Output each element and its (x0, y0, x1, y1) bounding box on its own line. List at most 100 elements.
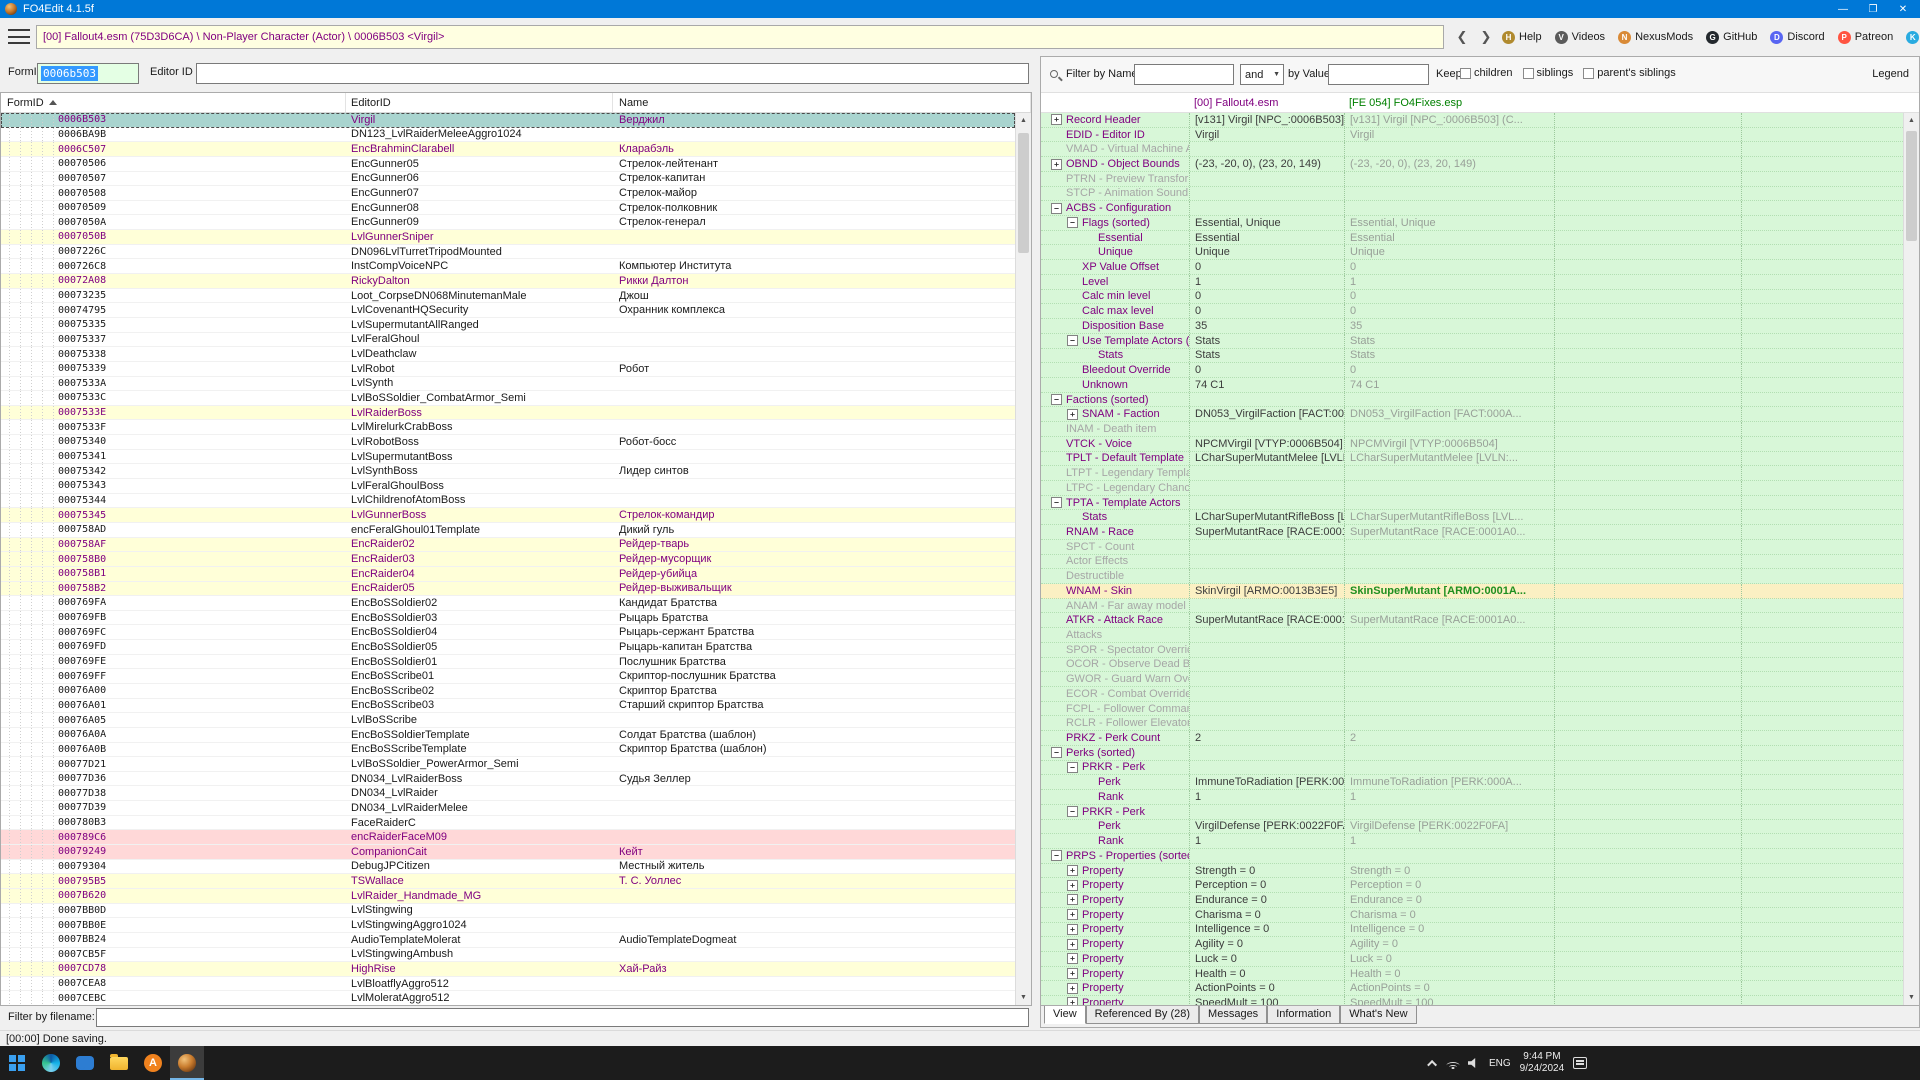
detail-row[interactable]: StatsStatsStats (1041, 349, 1903, 364)
detail-row[interactable]: −PRPS - Properties (sorted) (1041, 849, 1903, 864)
filter-by-name-input[interactable] (1134, 64, 1234, 85)
detail-row[interactable]: +PropertyHealth = 0Health = 0 (1041, 967, 1903, 982)
back-arrow-icon[interactable]: ❮ (1452, 27, 1472, 47)
table-row[interactable]: 0007CEBCLvlMoleratAggro512 (1, 991, 1015, 1005)
table-row[interactable]: 000726C8InstCompVoiceNPCКомпьютер Инстит… (1, 259, 1015, 274)
table-row[interactable]: 000789C6encRaiderFaceM09 (1, 830, 1015, 845)
detail-row[interactable]: −ACBS - Configuration (1041, 201, 1903, 216)
table-row[interactable]: 00072A08RickyDaltonРикки Далтон (1, 274, 1015, 289)
editorid-input[interactable] (196, 63, 1029, 84)
table-row[interactable]: 000769FDEncBoSSoldier05Рыцарь-капитан Бр… (1, 640, 1015, 655)
collapse-icon[interactable]: − (1067, 806, 1078, 817)
filter-by-value-input[interactable] (1328, 64, 1429, 85)
detail-row[interactable]: Level11 (1041, 275, 1903, 290)
table-row[interactable]: 00075335LvlSupermutantAllRanged (1, 318, 1015, 333)
expand-icon[interactable]: + (1067, 939, 1078, 950)
table-row[interactable]: 00075337LvlFeralGhoul (1, 333, 1015, 348)
detail-row[interactable]: −PRKR - Perk (1041, 761, 1903, 776)
collapse-icon[interactable]: − (1051, 747, 1062, 758)
scroll-down-icon[interactable]: ▼ (1904, 990, 1919, 1005)
table-row[interactable]: 00077D39DN034_LvlRaiderMelee (1, 801, 1015, 816)
detail-row[interactable]: VMAD - Virtual Machine Ada... (1041, 142, 1903, 157)
detail-scrollbar[interactable]: ▲ ▼ (1903, 113, 1919, 1005)
tab-referencedby28[interactable]: Referenced By (28) (1086, 1006, 1199, 1024)
file-explorer-icon[interactable] (102, 1046, 136, 1080)
table-row[interactable]: 000769FCEncBoSSoldier04Рыцарь-сержант Бр… (1, 625, 1015, 640)
collapse-icon[interactable]: − (1067, 335, 1078, 346)
detail-row[interactable]: +PropertyActionPoints = 0ActionPoints = … (1041, 981, 1903, 996)
table-row[interactable]: 000758ADencFeralGhoul01TemplateДикий гул… (1, 523, 1015, 538)
table-row[interactable]: 00075342LvlSynthBossЛидер синтов (1, 464, 1015, 479)
tab-messages[interactable]: Messages (1199, 1006, 1267, 1024)
table-row[interactable]: 00074795LvlCovenantHQSecurityОхранник ко… (1, 303, 1015, 318)
volume-icon[interactable] (1468, 1057, 1480, 1069)
table-row[interactable]: 00076A00EncBoSScribe02Скриптор Братства (1, 684, 1015, 699)
nexusmods-link[interactable]: NNexusMods (1618, 31, 1693, 44)
help-link[interactable]: HHelp (1502, 31, 1542, 44)
expand-icon[interactable]: + (1067, 909, 1078, 920)
videos-link[interactable]: VVideos (1555, 31, 1605, 44)
detail-row[interactable]: StatsLCharSuperMutantRifleBoss [LVL...LC… (1041, 510, 1903, 525)
detail-row[interactable]: ECOR - Combat Override Pa... (1041, 687, 1903, 702)
detail-row[interactable]: LTPT - Legendary Template (1041, 466, 1903, 481)
detail-row[interactable]: +PropertyIntelligence = 0Intelligence = … (1041, 923, 1903, 938)
expand-icon[interactable]: + (1051, 159, 1062, 170)
tab-whatsnew[interactable]: What's New (1340, 1006, 1416, 1024)
detail-row[interactable]: TPLT - Default TemplateLCharSuperMutantM… (1041, 452, 1903, 467)
table-row[interactable]: 00075340LvlRobotBossРобот-босс (1, 435, 1015, 450)
table-row[interactable]: 00077D38DN034_LvlRaider (1, 786, 1015, 801)
expand-icon[interactable]: + (1067, 997, 1078, 1005)
table-row[interactable]: 00075345LvlGunnerBossСтрелок-командир (1, 508, 1015, 523)
table-row[interactable]: 0007050BLvlGunnerSniper (1, 230, 1015, 245)
detail-row[interactable]: INAM - Death item (1041, 422, 1903, 437)
table-row[interactable]: 000795B5TSWallaceТ. С. Уоллес (1, 874, 1015, 889)
expand-icon[interactable]: + (1067, 409, 1078, 420)
chevron-up-icon[interactable] (1427, 1059, 1437, 1069)
menu-hamburger-icon[interactable] (8, 29, 30, 44)
detail-column-fallout4esm[interactable]: [00] Fallout4.esm (1189, 93, 1344, 112)
table-row[interactable]: 0007533ALvlSynth (1, 377, 1015, 392)
detail-row[interactable]: FCPL - Follower Command P... (1041, 702, 1903, 717)
detail-row[interactable]: +PropertySpeedMult = 100SpeedMult = 100 (1041, 996, 1903, 1005)
table-row[interactable]: 00073235Loot_CorpseDN068MinutemanMaleДжо… (1, 289, 1015, 304)
detail-row[interactable]: +PropertyAgility = 0Agility = 0 (1041, 937, 1903, 952)
table-row[interactable]: 00070506EncGunner05Стрелок-лейтенант (1, 157, 1015, 172)
collapse-icon[interactable]: − (1067, 217, 1078, 228)
table-row[interactable]: 0007B620LvlRaider_Handmade_MG (1, 889, 1015, 904)
table-row[interactable]: 000758B2EncRaider05Рейдер-выживальщик (1, 582, 1015, 597)
checkbox-parentssiblings[interactable] (1583, 68, 1594, 79)
detail-row[interactable]: ANAM - Far away model (1041, 599, 1903, 614)
table-row[interactable]: 00075344LvlChildrenofAtomBoss (1, 494, 1015, 509)
table-row[interactable]: 000769FBEncBoSSoldier03Рыцарь Братства (1, 611, 1015, 626)
table-row[interactable]: 0006B503VirgilВерджил (1, 113, 1015, 128)
table-row[interactable]: 00075339LvlRobotРобот (1, 362, 1015, 377)
detail-row[interactable]: PRKZ - Perk Count22 (1041, 731, 1903, 746)
column-header-name[interactable]: Name (613, 93, 1031, 112)
detail-row[interactable]: −PRKR - Perk (1041, 805, 1903, 820)
detail-row[interactable]: Attacks (1041, 628, 1903, 643)
expand-icon[interactable]: + (1067, 968, 1078, 979)
detail-row[interactable]: +PropertyCharisma = 0Charisma = 0 (1041, 908, 1903, 923)
tab-information[interactable]: Information (1267, 1006, 1340, 1024)
table-row[interactable]: 000758B1EncRaider04Рейдер-убийца (1, 567, 1015, 582)
collapse-icon[interactable]: − (1051, 497, 1062, 508)
detail-row[interactable]: −Factions (sorted) (1041, 393, 1903, 408)
detail-row[interactable]: XP Value Offset00 (1041, 260, 1903, 275)
scrollbar-thumb[interactable] (1906, 131, 1917, 241)
expand-icon[interactable]: + (1051, 114, 1062, 125)
detail-row[interactable]: Rank11 (1041, 834, 1903, 849)
detail-row[interactable]: Calc max level00 (1041, 304, 1903, 319)
table-row[interactable]: 00079304DebugJPCitizenМестный житель (1, 860, 1015, 875)
expand-icon[interactable]: + (1067, 924, 1078, 935)
table-row[interactable]: 0007BB0ELvlStingwingAggro1024 (1, 918, 1015, 933)
legend-link[interactable]: Legend (1872, 68, 1909, 80)
language-indicator[interactable]: ENG (1489, 1058, 1511, 1069)
detail-row[interactable]: Actor Effects (1041, 555, 1903, 570)
breadcrumb[interactable]: [00] Fallout4.esm (75D3D6CA) \ Non-Playe… (36, 25, 1444, 49)
table-row[interactable]: 00076A05LvlBoSScribe (1, 713, 1015, 728)
detail-row[interactable]: +PropertyPerception = 0Perception = 0 (1041, 878, 1903, 893)
wifi-icon[interactable] (1446, 1058, 1459, 1069)
table-row[interactable]: 000780B3FaceRaiderC (1, 816, 1015, 831)
collapse-icon[interactable]: − (1051, 850, 1062, 861)
detail-row[interactable]: +PropertyLuck = 0Luck = 0 (1041, 952, 1903, 967)
